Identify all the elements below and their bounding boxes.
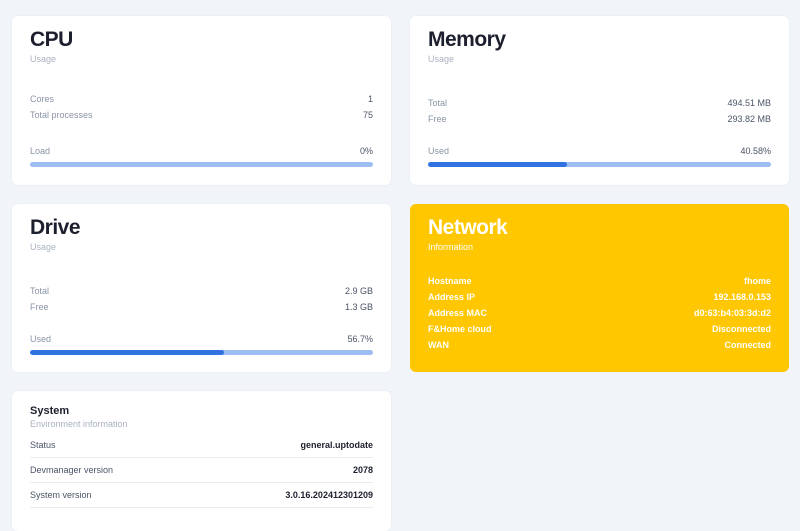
network-row-cloud: F&Home cloud Disconnected <box>428 321 771 337</box>
network-row-label: F&Home cloud <box>428 324 492 334</box>
network-row-value: 192.168.0.153 <box>713 292 771 302</box>
drive-used-row: Used 56.7% <box>30 331 373 347</box>
cpu-row-value: 75 <box>362 110 373 120</box>
network-row-value: d0:63:b4:03:3d:d2 <box>693 308 771 318</box>
system-row-devmanager: Devmanager version 2078 <box>30 458 373 483</box>
cpu-load-value: 0% <box>359 146 373 156</box>
system-row-value: general.uptodate <box>300 440 373 450</box>
system-title: System <box>30 405 70 417</box>
system-row-version: System version 3.0.16.202412301209 <box>30 483 373 508</box>
system-row-label: System version <box>30 490 92 500</box>
system-row-status: Status general.uptodate <box>30 433 373 458</box>
network-row-label: WAN <box>428 340 449 350</box>
cpu-load-label: Load <box>30 146 51 156</box>
drive-card: Drive Usage Total 2.9 GB Free 1.3 GB Use… <box>12 204 391 372</box>
system-card: System Environment information Status ge… <box>12 391 391 531</box>
memory-subtitle: Usage <box>428 54 455 64</box>
memory-used-bar <box>428 162 771 167</box>
system-row-label: Devmanager version <box>30 465 114 475</box>
network-row-label: Hostname <box>428 276 472 286</box>
drive-subtitle: Usage <box>30 242 57 252</box>
drive-row-value: 2.9 GB <box>344 286 373 296</box>
cpu-card: CPU Usage Cores 1 Total processes 75 Loa… <box>12 16 391 185</box>
network-row-value: Disconnected <box>711 324 771 334</box>
network-row-ip: Address IP 192.168.0.153 <box>428 289 771 305</box>
memory-row-value: 293.82 MB <box>727 114 771 124</box>
cpu-row-processes: Total processes 75 <box>30 107 373 123</box>
network-row-mac: Address MAC d0:63:b4:03:3d:d2 <box>428 305 771 321</box>
drive-title: Drive <box>30 216 81 239</box>
drive-row-label: Free <box>30 302 49 312</box>
cpu-row-label: Cores <box>30 94 55 104</box>
system-row-label: Status <box>30 440 56 450</box>
network-row-value: Connected <box>724 340 771 350</box>
network-row-wan: WAN Connected <box>428 337 771 353</box>
memory-card: Memory Usage Total 494.51 MB Free 293.82… <box>410 16 789 185</box>
cpu-subtitle: Usage <box>30 54 57 64</box>
memory-row-label: Free <box>428 114 447 124</box>
memory-row-value: 494.51 MB <box>727 98 771 108</box>
memory-row-label: Total <box>428 98 448 108</box>
network-subtitle: Information <box>428 242 474 252</box>
memory-used-row: Used 40.58% <box>428 143 771 159</box>
network-card: Network Information Hostname fhome Addre… <box>410 204 789 372</box>
network-row-value: fhome <box>744 276 771 286</box>
drive-row-free: Free 1.3 GB <box>30 299 373 315</box>
system-subtitle: Environment information <box>30 419 128 429</box>
drive-used-bar-fill <box>30 350 225 355</box>
network-row-label: Address IP <box>428 292 476 302</box>
drive-used-bar <box>30 350 373 355</box>
memory-title: Memory <box>428 28 506 51</box>
memory-used-bar-fill <box>428 162 568 167</box>
cpu-load-row: Load 0% <box>30 143 373 159</box>
system-row-value: 3.0.16.202412301209 <box>285 490 373 500</box>
memory-used-label: Used <box>428 146 450 156</box>
cpu-load-bar <box>30 162 373 167</box>
drive-row-label: Total <box>30 286 50 296</box>
memory-row-total: Total 494.51 MB <box>428 95 771 111</box>
drive-used-label: Used <box>30 334 52 344</box>
cpu-row-value: 1 <box>367 94 373 104</box>
network-row-label: Address MAC <box>428 308 488 318</box>
drive-used-value: 56.7% <box>347 334 373 344</box>
memory-used-value: 40.58% <box>740 146 771 156</box>
drive-row-total: Total 2.9 GB <box>30 283 373 299</box>
network-title: Network <box>428 216 508 239</box>
system-row-value: 2078 <box>352 465 373 475</box>
cpu-row-cores: Cores 1 <box>30 91 373 107</box>
drive-row-value: 1.3 GB <box>344 302 373 312</box>
network-row-hostname: Hostname fhome <box>428 273 771 289</box>
cpu-row-label: Total processes <box>30 110 93 120</box>
cpu-title: CPU <box>30 28 73 51</box>
memory-row-free: Free 293.82 MB <box>428 111 771 127</box>
